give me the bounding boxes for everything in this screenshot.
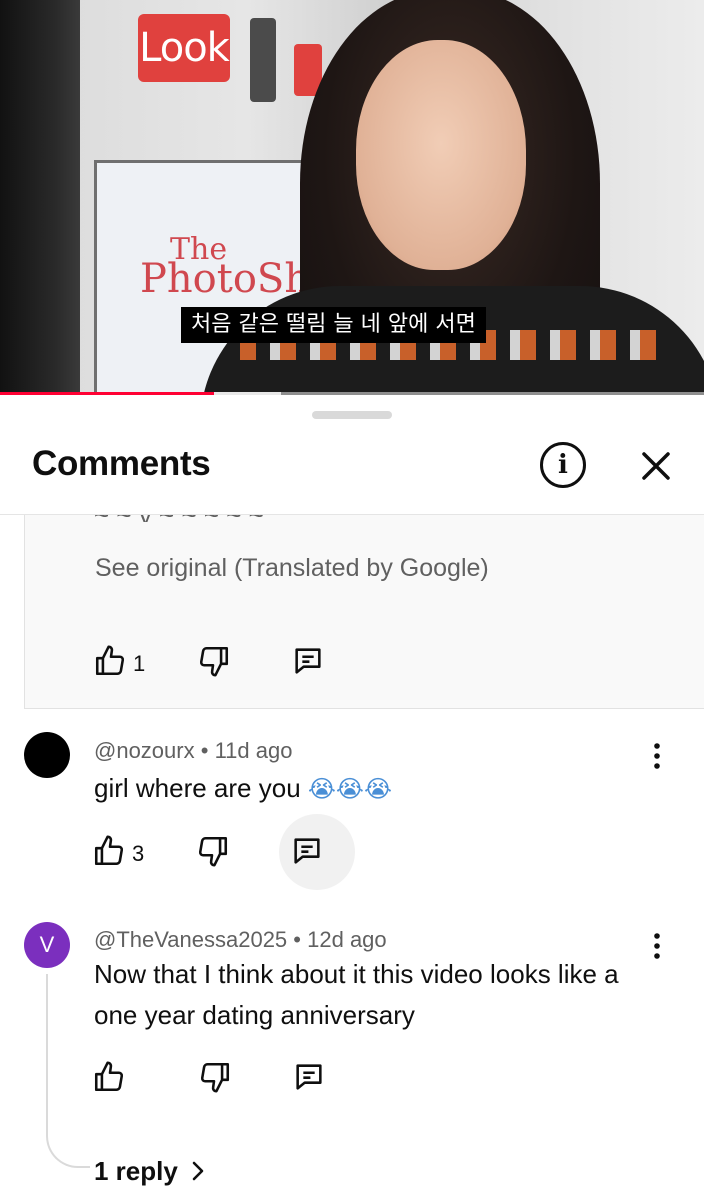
more-options-icon[interactable]: [646, 928, 668, 964]
chevron-right-icon: [185, 1156, 207, 1186]
crying-emoji: 😭😭😭: [307, 775, 393, 803]
comment-author[interactable]: @TheVanessa2025: [94, 927, 287, 952]
booth-handle: [250, 18, 276, 102]
like-icon[interactable]: [92, 1060, 126, 1099]
comment-author[interactable]: @nozourx: [94, 738, 195, 763]
more-options-icon[interactable]: [646, 738, 668, 774]
comment-text: girl where are you 😭😭😭: [94, 768, 674, 810]
comments-header: Comments i: [0, 422, 704, 515]
progress-buffered: [214, 392, 281, 395]
comment-text: Now that I think about it this video loo…: [94, 959, 619, 1030]
reply-icon[interactable]: [291, 644, 325, 683]
see-original-link[interactable]: See original (Translated by Google): [95, 554, 489, 583]
avatar[interactable]: [24, 732, 70, 778]
reply-icon[interactable]: [290, 834, 324, 873]
comment-body: girl where are you: [94, 773, 301, 803]
video-subtitle: 처음 같은 떨림 늘 네 앞에 서면: [181, 307, 486, 343]
comments-sheet: See original (Translated by Google) 1 ~ …: [0, 396, 704, 1200]
comment-meta: @TheVanessa2025 • 12d ago: [94, 927, 387, 953]
reply-icon[interactable]: [292, 1060, 326, 1099]
thread-connector-line: [46, 974, 90, 1168]
comment-item: @nozourx • 11d ago girl where are you 😭😭…: [0, 714, 704, 894]
view-replies-link[interactable]: 1 reply: [94, 1156, 207, 1187]
dislike-icon[interactable]: [198, 1060, 232, 1099]
person-face: [356, 40, 526, 270]
comment-actions: 3: [92, 834, 324, 873]
translated-comment-cut-text: ~ ~ y ~ ~ ~ ~ ~: [94, 514, 364, 522]
comment-item: V @TheVanessa2025 • 12d ago Now that I t…: [0, 902, 704, 1200]
page-title: Comments: [32, 444, 211, 483]
comment-age: 11d ago: [214, 738, 293, 763]
like-count: 1: [133, 650, 146, 676]
like-icon[interactable]: [93, 644, 127, 683]
comment-age: 12d ago: [307, 927, 387, 952]
video-player[interactable]: Look The PhotoSho 처음 같은 떨림 늘 네 앞에 서면: [0, 0, 704, 395]
translated-comment-actions: 1: [93, 644, 325, 683]
meta-separator: •: [293, 927, 301, 952]
like-count: 3: [132, 840, 145, 866]
comment-meta: @nozourx • 11d ago: [94, 738, 292, 764]
dislike-icon[interactable]: [196, 834, 230, 873]
drag-handle[interactable]: [312, 411, 392, 419]
dark-curtain: [0, 0, 80, 395]
translated-comment: See original (Translated by Google) 1: [24, 514, 704, 709]
meta-separator: •: [200, 738, 209, 763]
close-icon[interactable]: [632, 442, 680, 490]
replies-label: 1 reply: [94, 1156, 178, 1186]
avatar[interactable]: V: [24, 922, 70, 968]
progress-played: [0, 392, 214, 395]
dislike-icon[interactable]: [197, 644, 231, 683]
like-icon[interactable]: [92, 834, 126, 873]
booth-sign: Look: [138, 14, 230, 82]
info-icon[interactable]: i: [540, 442, 586, 488]
progress-bar[interactable]: [0, 392, 704, 395]
comment-actions: [92, 1060, 326, 1099]
